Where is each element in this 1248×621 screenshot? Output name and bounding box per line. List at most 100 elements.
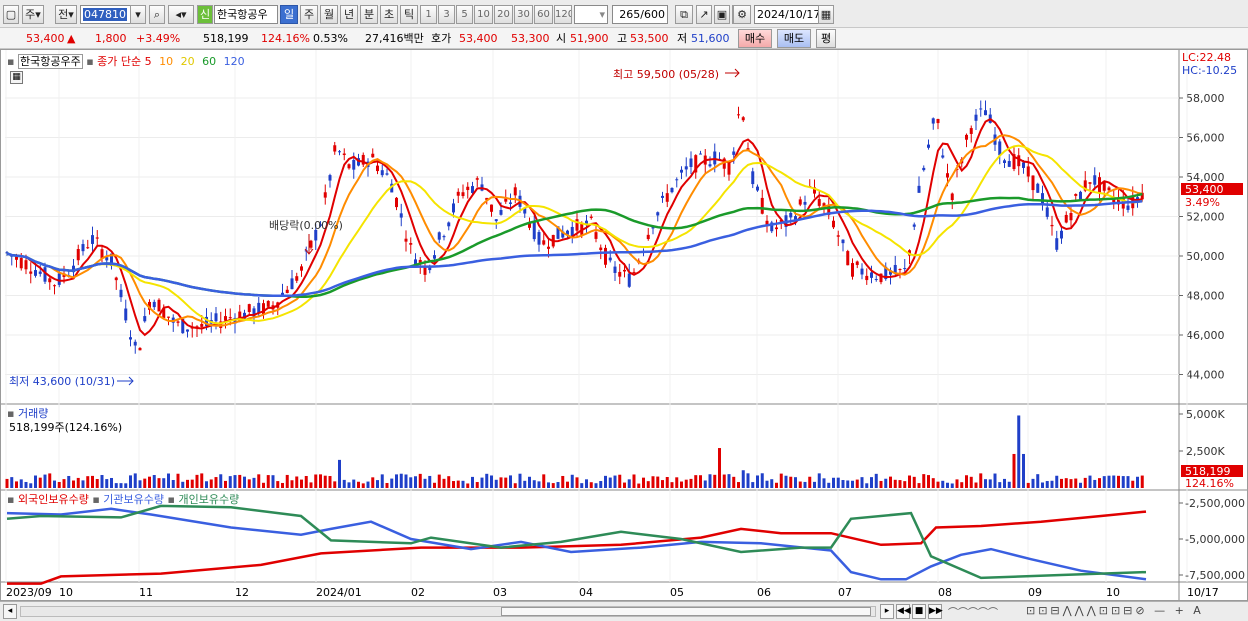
save-icon[interactable]: ▣ <box>714 5 730 24</box>
legend-stock-name[interactable]: 한국항공우주 <box>17 54 83 69</box>
interval-3[interactable]: 3 <box>438 5 455 24</box>
tab-year[interactable]: 년 <box>340 5 358 24</box>
search-icon[interactable]: ⌕ <box>149 5 165 24</box>
table-toggle-icon[interactable]: ▦ <box>10 71 23 84</box>
candle-body <box>395 197 398 208</box>
sell-button[interactable]: 매도 <box>777 29 811 48</box>
volume-bar <box>162 478 166 488</box>
interval-30[interactable]: 30 <box>514 5 533 24</box>
custom-interval-select[interactable]: ▾ <box>574 5 608 24</box>
settings-gear-icon[interactable]: ⚙ <box>733 5 751 24</box>
volume-bar <box>561 475 565 488</box>
interval-20[interactable]: 20 <box>494 5 513 24</box>
volume-bar <box>205 481 208 488</box>
tab-tick[interactable]: 틱 <box>400 5 418 24</box>
scrollbar-thumb[interactable] <box>501 607 871 616</box>
volume-bar <box>827 482 831 488</box>
interval-120[interactable]: 120 <box>554 5 572 24</box>
volume-bar <box>1003 478 1006 488</box>
candle-body <box>124 308 128 321</box>
volume-bar <box>433 482 436 488</box>
volume-bar <box>898 480 902 488</box>
volume-bar <box>912 476 916 488</box>
volume-bar <box>608 477 612 488</box>
holding-axis-label: -2,500,000 <box>1185 497 1245 510</box>
fast-forward-icon[interactable]: ▶▶ <box>928 604 943 619</box>
candle-body <box>627 273 631 287</box>
candle-body <box>927 144 930 148</box>
candle-type-icon[interactable]: ⧉ <box>675 5 693 24</box>
candle-body <box>665 193 669 202</box>
horizontal-scrollbar[interactable] <box>20 606 876 617</box>
candle-body <box>860 268 864 275</box>
scroll-right-arrow-icon[interactable]: ▸ <box>880 604 894 619</box>
volume-bar <box>1121 476 1125 488</box>
stop-icon[interactable]: ■ <box>912 604 926 619</box>
volume-bar <box>542 474 546 488</box>
candle-body <box>95 237 99 239</box>
stock-code-value: 047810 <box>83 8 127 21</box>
candle-body <box>442 236 446 238</box>
volume-bar <box>247 479 251 488</box>
period-label: 전 <box>58 8 69 21</box>
candle-body <box>1079 191 1082 200</box>
calendar-icon[interactable]: ▦ <box>818 5 834 24</box>
volume-bar <box>760 473 764 488</box>
volume-bar <box>917 483 921 488</box>
candle-body <box>1069 213 1073 221</box>
x-axis-label: 2024/01 <box>316 586 362 599</box>
interval-5[interactable]: 5 <box>456 5 473 24</box>
chart-tools-icons[interactable]: ⊡⊡⊟⋀⋀⋀⊡⊡⊟⊘ — + A <box>1026 604 1246 619</box>
tab-day[interactable]: 일 <box>280 5 298 24</box>
volume-bar <box>24 481 28 488</box>
candle-body <box>832 220 835 228</box>
volume-bar <box>342 479 346 488</box>
volume-bar <box>43 474 47 488</box>
window-icon[interactable]: ▢ <box>3 5 19 24</box>
period-select[interactable]: 전▾ <box>55 5 77 24</box>
tab-week[interactable]: 주 <box>300 5 318 24</box>
tab-second[interactable]: 초 <box>380 5 398 24</box>
candle-body <box>452 203 455 213</box>
tab-minute[interactable]: 분 <box>360 5 378 24</box>
chart-canvas[interactable]: 58,000 56,000 54,000 52,000 50,000 48,000 46,0… <box>0 49 1248 601</box>
candle-body <box>76 249 80 261</box>
speaker-icon[interactable]: ◂▾ <box>168 5 194 24</box>
volume-bar <box>404 474 408 488</box>
volume-bar <box>148 476 151 488</box>
scroll-left-arrow-icon[interactable]: ◂ <box>3 604 17 619</box>
code-dropdown-button[interactable]: ▾ <box>130 5 146 24</box>
volume-bar <box>922 474 926 488</box>
price-axis-label: 52,000 <box>1186 211 1225 224</box>
volume-bar <box>998 482 1002 488</box>
rewind-icon[interactable]: ◀◀ <box>896 604 911 619</box>
volume-bar <box>580 483 584 488</box>
volume-bar <box>993 473 997 488</box>
price-change-pct: +3.49% <box>136 32 181 45</box>
volume-bar <box>143 478 147 488</box>
interval-60[interactable]: 60 <box>534 5 553 24</box>
zoom-slider[interactable]: ⌒⌒⌒⌒⌒ <box>948 604 1018 619</box>
interval-1[interactable]: 1 <box>420 5 437 24</box>
draw-tool-icon[interactable]: ↗ <box>696 5 712 24</box>
candle-body <box>670 187 674 193</box>
dividend-annotation: 배당락(0.00%) <box>269 219 343 232</box>
candle-body <box>532 221 536 240</box>
holding-legend: ▪ 외국인보유수량 ▪ 기관보유수량 ▪ 개인보유수량 <box>7 491 239 507</box>
volume-bar <box>423 478 427 488</box>
candle-body <box>48 278 52 283</box>
x-axis-label: 03 <box>493 586 507 599</box>
tab-month[interactable]: 월 <box>320 5 338 24</box>
candle-body <box>756 186 759 191</box>
count-field[interactable]: 265/600 <box>612 5 668 24</box>
candle-body <box>409 243 413 245</box>
candle-body <box>912 224 916 227</box>
volume-bar <box>290 480 294 488</box>
buy-button[interactable]: 매수 <box>738 29 772 48</box>
candle-body <box>494 219 498 222</box>
eval-button[interactable]: 평 <box>816 29 836 48</box>
volume-bar <box>1088 475 1092 488</box>
market-select[interactable]: 주▾ <box>22 5 44 24</box>
interval-10[interactable]: 10 <box>474 5 493 24</box>
x-axis-label: 11 <box>139 586 153 599</box>
